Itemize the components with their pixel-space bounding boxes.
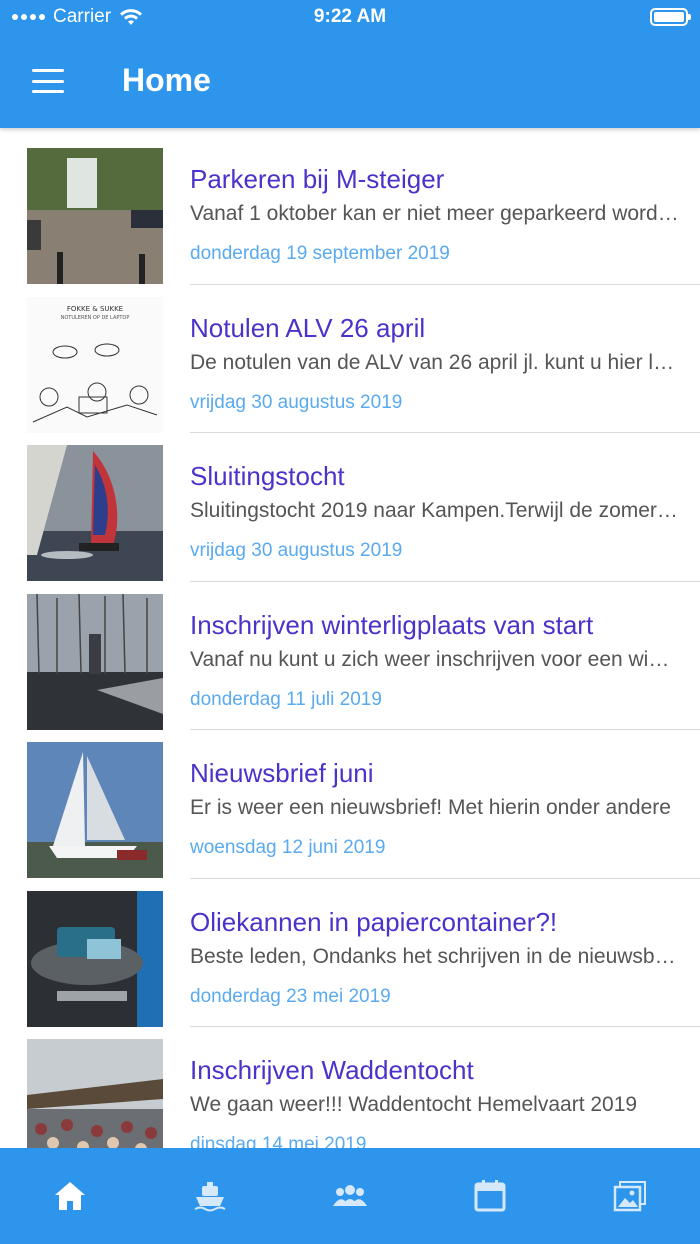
news-excerpt: De notulen van de ALV van 26 april jl. k… (190, 350, 680, 374)
tab-home[interactable] (0, 1148, 140, 1244)
news-excerpt: Vanaf 1 oktober kan er niet meer geparke… (190, 202, 680, 225)
harbor-masts-photo (27, 593, 163, 730)
boat-icon (194, 1182, 226, 1212)
news-date: woensdag 12 juni 2019 (190, 837, 386, 858)
news-excerpt: Vanaf nu kunt u zich weer inschrijven vo… (190, 647, 680, 671)
news-title: Parkeren bij M-steiger (190, 164, 445, 194)
svg-text:NOTULEREN OP DE LAPTOP: NOTULEREN OP DE LAPTOP (61, 315, 130, 321)
news-title: Nieuwsbrief juni (190, 758, 374, 788)
crowd-photo (27, 1039, 163, 1148)
tab-bar (0, 1148, 700, 1244)
page-title: Home (122, 62, 211, 98)
tab-members[interactable] (280, 1148, 420, 1244)
status-bar: Carrier 9:22 AM (0, 0, 700, 36)
app-header: Carrier 9:22 AM Home (0, 0, 700, 128)
news-date: dinsdag 14 mei 2019 (190, 1134, 367, 1148)
news-excerpt: Beste leden, Ondanks het schrijven in de… (190, 944, 680, 968)
news-date: donderdag 23 mei 2019 (190, 985, 391, 1007)
tab-calendar[interactable] (420, 1148, 560, 1244)
news-item[interactable]: Inschrijven Waddentocht We gaan weer!!! … (0, 1019, 700, 1148)
news-item[interactable]: Inschrijven winterligplaats van start Va… (0, 574, 700, 730)
news-item[interactable]: FOKKE & SUKKE NOTULEREN OP DE LAPTOP Notu… (0, 277, 700, 433)
sailboat-photo (27, 742, 163, 878)
news-excerpt: Sluitingstocht 2019 naar Kampen.Terwijl … (190, 499, 680, 522)
news-title: Notulen ALV 26 april (190, 312, 426, 343)
tab-gallery[interactable] (560, 1148, 700, 1244)
news-date: donderdag 11 juli 2019 (190, 688, 382, 710)
sailboat-spinnaker-photo (27, 445, 163, 581)
battery-icon (650, 8, 691, 26)
news-title: Sluitingstocht (190, 461, 345, 491)
news-list: Parkeren bij M-steiger Vanaf 1 oktober k… (0, 128, 700, 1148)
status-time: 9:22 AM (313, 6, 387, 27)
members-icon (333, 1185, 367, 1206)
news-title: Inschrijven Waddentocht (190, 1055, 474, 1085)
news-excerpt: We gaan weer!!! Waddentocht Hemelvaart 2… (190, 1093, 638, 1116)
container-photo (27, 890, 163, 1027)
news-excerpt: Er is weer een nieuwsbrief! Met hierin o… (190, 796, 671, 819)
news-item[interactable]: Sluitingstocht Sluitingstocht 2019 naar … (0, 425, 700, 582)
cartoon-drawing: FOKKE & SUKKE NOTULEREN OP DE LAPTOP (27, 296, 163, 433)
news-item[interactable]: Parkeren bij M-steiger Vanaf 1 oktober k… (0, 128, 700, 285)
svg-text:FOKKE & SUKKE: FOKKE & SUKKE (67, 305, 123, 313)
home-icon (55, 1182, 85, 1210)
calendar-icon (474, 1180, 506, 1212)
news-title: Oliekannen in papiercontainer?! (190, 906, 558, 937)
news-date: donderdag 19 september 2019 (190, 243, 450, 264)
news-title: Inschrijven winterligplaats van start (190, 609, 594, 640)
tab-boats[interactable] (140, 1148, 280, 1244)
news-item[interactable]: Oliekannen in papiercontainer?! Beste le… (0, 871, 700, 1027)
hamburger-menu-icon[interactable] (30, 66, 66, 96)
news-date: vrijdag 30 augustus 2019 (190, 540, 403, 561)
parking-lot-photo (27, 148, 163, 284)
news-date: vrijdag 30 augustus 2019 (190, 391, 403, 413)
gallery-icon (613, 1181, 646, 1212)
news-item[interactable]: Nieuwsbrief juni Er is weer een nieuwsbr… (0, 722, 700, 879)
